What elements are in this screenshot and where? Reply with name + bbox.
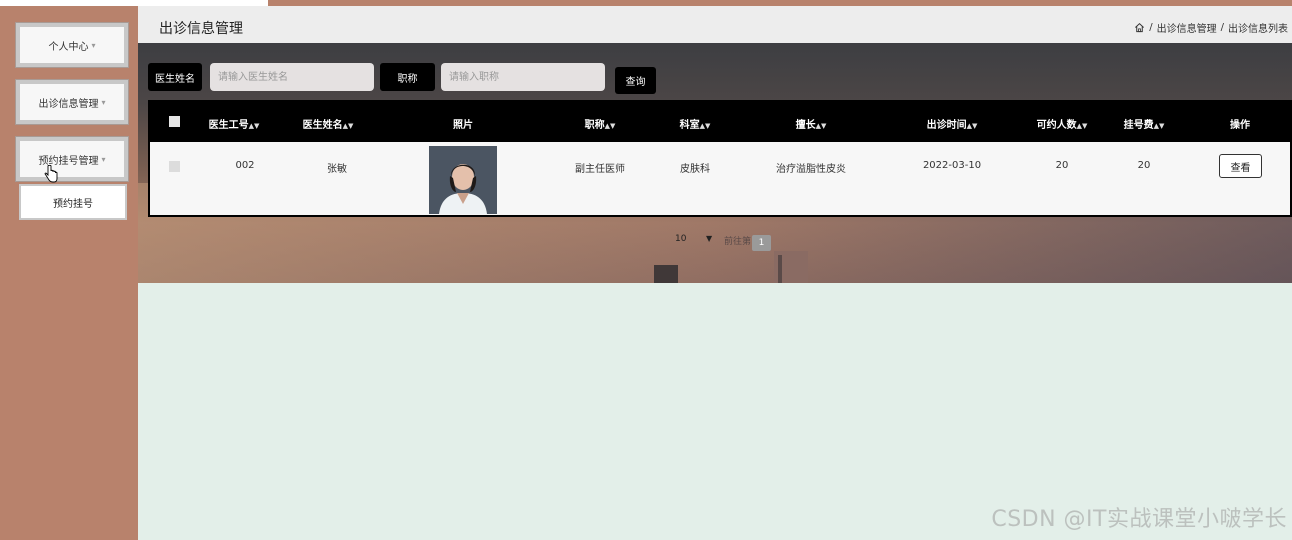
column-header-action: 操作 bbox=[1230, 120, 1250, 131]
breadcrumb-separator: / bbox=[1220, 22, 1224, 33]
sort-icon[interactable]: ▲▼ bbox=[967, 122, 978, 130]
doctor-photo bbox=[429, 146, 497, 214]
column-header-department[interactable]: 科室▲▼ bbox=[680, 116, 711, 131]
breadcrumb-separator: / bbox=[1149, 22, 1153, 33]
sidebar-item-label: 出诊信息管理 bbox=[38, 98, 99, 110]
column-header-visit-time[interactable]: 出诊时间▲▼ bbox=[927, 116, 978, 131]
hand-cursor-icon bbox=[44, 165, 58, 183]
sidebar-item-appointment-management[interactable]: 预约挂号管理 ▾ bbox=[16, 137, 128, 181]
doctor-visit-table: 医生工号▲▼ 医生姓名▲▼ 照片 职称▲▼ 科室▲▼ 擅长▲▼ 出诊时间▲▼ 可… bbox=[148, 100, 1292, 217]
banner-building-detail bbox=[778, 255, 782, 283]
sidebar-subitem-label: 预约挂号 bbox=[53, 198, 93, 210]
column-header-photo: 照片 bbox=[453, 120, 473, 131]
chevron-down-icon: ▾ bbox=[101, 154, 106, 164]
table-header: 医生工号▲▼ 医生姓名▲▼ 照片 职称▲▼ 科室▲▼ 擅长▲▼ 出诊时间▲▼ 可… bbox=[150, 102, 1292, 142]
view-button[interactable]: 查看 bbox=[1219, 154, 1262, 178]
column-header-fee[interactable]: 挂号费▲▼ bbox=[1124, 116, 1165, 131]
home-icon[interactable] bbox=[1134, 22, 1145, 33]
cell-specialty: 治疗溢脂性皮炎 bbox=[776, 164, 846, 175]
cell-capacity: 20 bbox=[1055, 160, 1069, 171]
query-button[interactable]: 查询 bbox=[615, 67, 656, 94]
sidebar-subitem-appointment[interactable]: 预约挂号 bbox=[19, 184, 127, 220]
column-header-doctor-id[interactable]: 医生工号▲▼ bbox=[209, 116, 260, 131]
chevron-down-icon: ▾ bbox=[91, 40, 96, 50]
sort-icon[interactable]: ▲▼ bbox=[1154, 122, 1165, 130]
sort-icon[interactable]: ▲▼ bbox=[816, 122, 827, 130]
cell-doctor-id: 002 bbox=[235, 160, 255, 171]
column-header-doctor-name[interactable]: 医生姓名▲▼ bbox=[303, 116, 354, 131]
watermark: CSDN @IT实战课堂小啵学长 bbox=[991, 507, 1287, 532]
sort-icon[interactable]: ▲▼ bbox=[605, 122, 616, 130]
sort-icon[interactable]: ▲▼ bbox=[343, 122, 354, 130]
chevron-down-icon[interactable]: ▼ bbox=[706, 234, 712, 243]
title-input[interactable] bbox=[441, 63, 605, 91]
cell-fee: 20 bbox=[1137, 160, 1151, 171]
column-header-capacity[interactable]: 可约人数▲▼ bbox=[1037, 116, 1088, 131]
main-content: 出诊信息管理 / 出诊信息管理 / 出诊信息列表 医生姓名 职称 查询 医生工号… bbox=[138, 6, 1292, 540]
cell-visit-time: 2022-03-10 bbox=[922, 160, 982, 171]
goto-page-label: 前往第 bbox=[724, 237, 752, 247]
banner-building bbox=[654, 265, 678, 283]
sidebar-item-label: 个人中心 bbox=[48, 41, 89, 53]
chevron-down-icon: ▾ bbox=[101, 97, 106, 107]
page-header: 出诊信息管理 / 出诊信息管理 / 出诊信息列表 bbox=[138, 6, 1292, 43]
breadcrumb-item-visit-management[interactable]: 出诊信息管理 bbox=[1157, 20, 1217, 35]
cell-title: 副主任医师 bbox=[575, 164, 625, 175]
column-header-specialty[interactable]: 擅长▲▼ bbox=[796, 116, 827, 131]
doctor-name-label: 医生姓名 bbox=[148, 63, 202, 91]
sort-icon[interactable]: ▲▼ bbox=[700, 122, 711, 130]
column-header-title[interactable]: 职称▲▼ bbox=[585, 116, 616, 131]
select-all-checkbox[interactable] bbox=[169, 116, 180, 127]
sort-icon[interactable]: ▲▼ bbox=[1077, 122, 1088, 130]
sort-icon[interactable]: ▲▼ bbox=[249, 122, 260, 130]
doctor-name-input[interactable] bbox=[210, 63, 374, 91]
breadcrumb-item-visit-list: 出诊信息列表 bbox=[1228, 24, 1288, 35]
page-number-current[interactable]: 1 bbox=[752, 235, 771, 251]
cell-doctor-name: 张敏 bbox=[327, 164, 347, 175]
title-label: 职称 bbox=[380, 63, 435, 91]
cell-department: 皮肤科 bbox=[680, 164, 710, 175]
breadcrumb: / 出诊信息管理 / 出诊信息列表 bbox=[1134, 20, 1288, 35]
sidebar-item-personal-center[interactable]: 个人中心 ▾ bbox=[16, 23, 128, 67]
sidebar: 个人中心 ▾ 出诊信息管理 ▾ 预约挂号管理 ▾ 预约挂号 bbox=[0, 6, 138, 540]
sidebar-item-visit-info-management[interactable]: 出诊信息管理 ▾ bbox=[16, 80, 128, 124]
row-checkbox[interactable] bbox=[169, 161, 180, 172]
page-title: 出诊信息管理 bbox=[159, 21, 243, 37]
page-size-select[interactable]: 10 bbox=[675, 234, 686, 244]
